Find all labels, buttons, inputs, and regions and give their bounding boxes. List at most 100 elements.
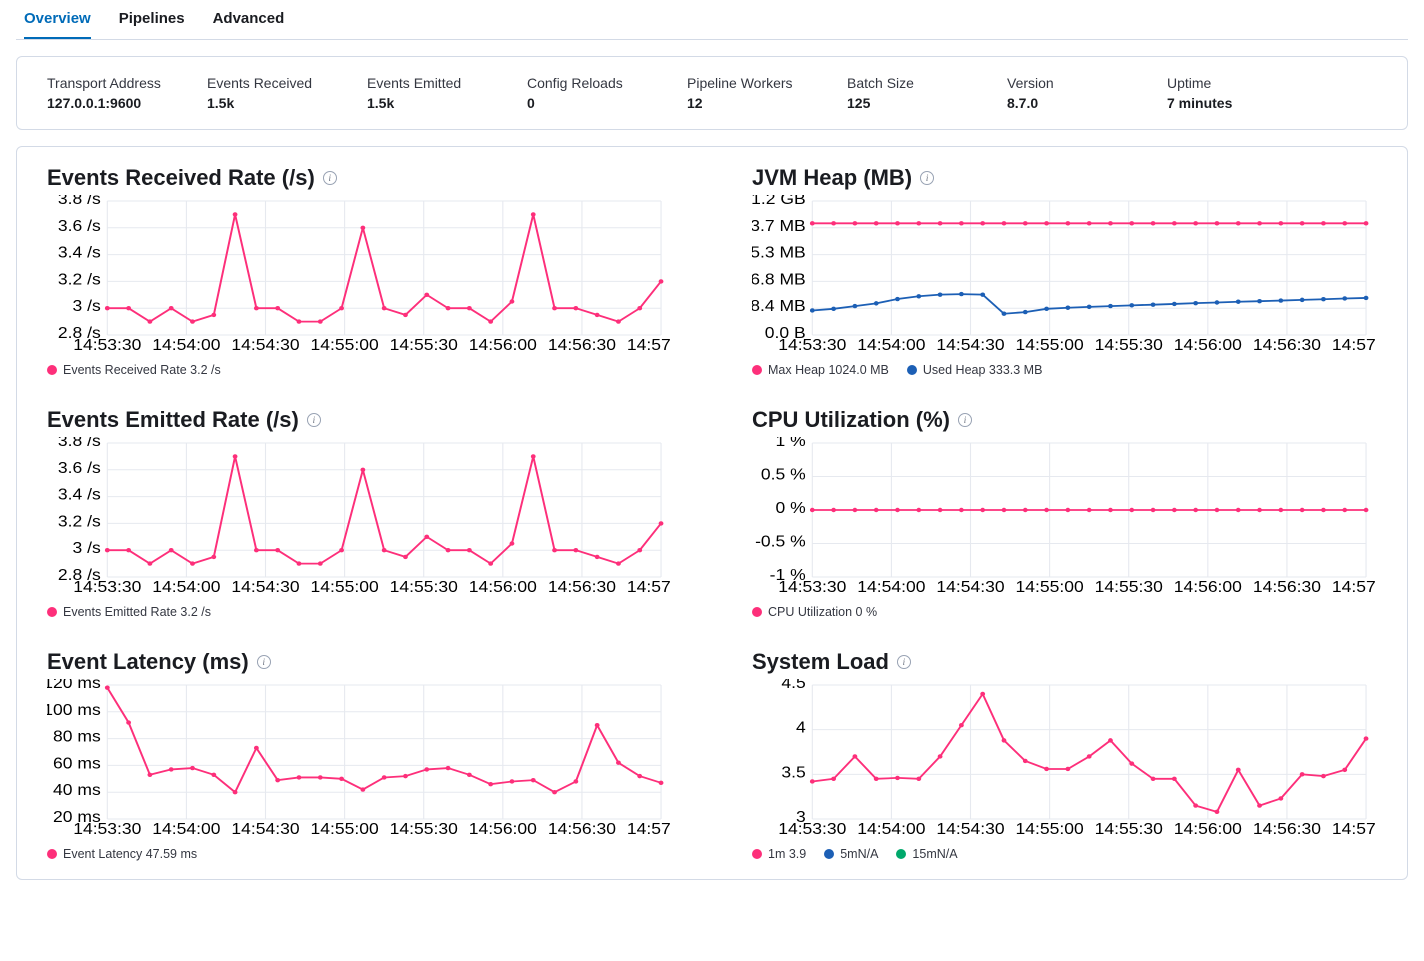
tab-advanced[interactable]: Advanced	[213, 0, 285, 39]
svg-text:3.5: 3.5	[781, 763, 805, 781]
svg-text:40 ms: 40 ms	[53, 781, 101, 799]
chart-legend: Events Emitted Rate 3.2 /s	[47, 605, 672, 619]
svg-text:14:53:30: 14:53:30	[73, 820, 141, 838]
legend-label: Event Latency 47.59 ms	[63, 847, 197, 861]
legend-item[interactable]: CPU Utilization 0 %	[752, 605, 877, 619]
metric-value: 12	[687, 95, 807, 111]
legend-item[interactable]: Event Latency 47.59 ms	[47, 847, 197, 861]
metrics-panel: Transport Address 127.0.0.1:9600 Events Re…	[16, 56, 1408, 130]
svg-text:4.5: 4.5	[781, 679, 805, 692]
svg-text:14:55:00: 14:55:00	[1016, 820, 1084, 838]
svg-text:14:54:30: 14:54:30	[936, 820, 1004, 838]
svg-text:14:54:30: 14:54:30	[936, 578, 1004, 596]
chart-title: System Load	[752, 649, 889, 675]
svg-text:14:55:00: 14:55:00	[311, 578, 379, 596]
svg-text:14:56:30: 14:56:30	[1253, 578, 1321, 596]
svg-text:14:54:30: 14:54:30	[231, 336, 299, 354]
svg-text:14:56:30: 14:56:30	[548, 820, 616, 838]
chart-legend: CPU Utilization 0 %	[752, 605, 1377, 619]
svg-text:1 %: 1 %	[776, 437, 806, 450]
svg-text:953.7 MB: 953.7 MB	[752, 217, 806, 235]
metric-batch-size: Batch Size 125	[847, 75, 967, 111]
chart-svg: 0.0 B238.4 MB476.8 MB715.3 MB953.7 MB1.2…	[752, 195, 1377, 355]
svg-text:100 ms: 100 ms	[47, 701, 101, 719]
legend-item[interactable]: 1m 3.9	[752, 847, 806, 861]
tab-pipelines[interactable]: Pipelines	[119, 0, 185, 39]
chart-svg: 20 ms40 ms60 ms80 ms100 ms120 ms14:53:30…	[47, 679, 672, 839]
legend-item[interactable]: 15mN/A	[896, 847, 957, 861]
svg-text:14:57:00: 14:57:00	[1332, 336, 1377, 354]
metric-pipeline-workers: Pipeline Workers12	[687, 75, 807, 111]
legend-swatch	[47, 607, 57, 617]
info-icon[interactable]: i	[307, 413, 321, 427]
svg-text:14:56:00: 14:56:00	[469, 820, 537, 838]
metric-label: Version	[1007, 75, 1127, 91]
svg-text:14:56:00: 14:56:00	[1174, 578, 1242, 596]
legend-swatch	[824, 849, 834, 859]
legend-item[interactable]: Max Heap 1024.0 MB	[752, 363, 889, 377]
svg-text:14:53:30: 14:53:30	[73, 578, 141, 596]
metric-label: Transport Address	[47, 75, 167, 91]
metric-value: 1.5k	[367, 95, 487, 111]
svg-text:3.8 /s: 3.8 /s	[58, 195, 101, 208]
svg-text:14:55:00: 14:55:00	[311, 820, 379, 838]
svg-text:14:54:00: 14:54:00	[152, 578, 220, 596]
legend-item[interactable]: 5mN/A	[824, 847, 878, 861]
legend-item[interactable]: Events Emitted Rate 3.2 /s	[47, 605, 211, 619]
svg-text:238.4 MB: 238.4 MB	[752, 297, 806, 315]
chart-svg: 33.544.514:53:3014:54:0014:54:3014:55:00…	[752, 679, 1377, 839]
legend-swatch	[47, 849, 57, 859]
chart-eventsEmitted: Events Emitted Rate (/s)i2.8 /s3 /s3.2 /…	[27, 407, 692, 619]
chart-cpu: CPU Utilization (%)i-1 %-0.5 %0 %0.5 %1 …	[732, 407, 1397, 619]
legend-label: CPU Utilization 0 %	[768, 605, 877, 619]
svg-text:3.6 /s: 3.6 /s	[58, 217, 101, 235]
svg-text:3.4 /s: 3.4 /s	[58, 485, 101, 503]
svg-text:14:56:00: 14:56:00	[469, 578, 537, 596]
svg-text:-0.5 %: -0.5 %	[755, 532, 806, 550]
chart-latency: Event Latency (ms) i 20 ms40 ms60 ms80 ms1…	[27, 649, 692, 861]
metric-events-received: Events Received1.5k	[207, 75, 327, 111]
tab-overview[interactable]: Overview	[24, 0, 91, 39]
info-icon[interactable]: i	[920, 171, 934, 185]
legend-label: 1m 3.9	[768, 847, 806, 861]
svg-text:14:54:30: 14:54:30	[936, 336, 1004, 354]
svg-text:715.3 MB: 715.3 MB	[752, 243, 806, 261]
chart-svg: 2.8 /s3 /s3.2 /s3.4 /s3.6 /s3.8 /s14:53:…	[47, 437, 672, 597]
metric-value: 1.5k	[207, 95, 327, 111]
info-icon[interactable]: i	[323, 171, 337, 185]
svg-text:14:57:00: 14:57:00	[627, 820, 672, 838]
metric-value: 127.0.0.1:9600	[47, 95, 167, 111]
svg-text:14:54:00: 14:54:00	[152, 820, 220, 838]
svg-text:14:55:30: 14:55:30	[1095, 820, 1163, 838]
chart-title: JVM Heap (MB)	[752, 165, 912, 191]
metric-value: 125	[847, 95, 967, 111]
metric-events-emitted: Events Emitted1.5k	[367, 75, 487, 111]
metric-value: 7 minutes	[1167, 95, 1287, 111]
legend-swatch	[752, 607, 762, 617]
metric-value: 0	[527, 95, 647, 111]
svg-text:14:55:30: 14:55:30	[390, 336, 458, 354]
svg-text:14:57:00: 14:57:00	[1332, 820, 1377, 838]
metric-label: Batch Size	[847, 75, 967, 91]
svg-text:14:55:30: 14:55:30	[1095, 336, 1163, 354]
chart-title: CPU Utilization (%)	[752, 407, 950, 433]
chart-title: Event Latency (ms)	[47, 649, 249, 675]
metric-uptime: Uptime7 minutes	[1167, 75, 1287, 111]
svg-text:0 %: 0 %	[776, 499, 806, 517]
svg-text:3.4 /s: 3.4 /s	[58, 243, 101, 261]
svg-text:14:56:00: 14:56:00	[1174, 336, 1242, 354]
info-icon[interactable]: i	[958, 413, 972, 427]
svg-text:14:56:30: 14:56:30	[1253, 336, 1321, 354]
svg-text:0.5 %: 0.5 %	[761, 465, 806, 483]
svg-text:14:55:30: 14:55:30	[390, 578, 458, 596]
chart-legend: Events Received Rate 3.2 /s	[47, 363, 672, 377]
svg-text:14:54:00: 14:54:00	[857, 578, 925, 596]
svg-text:14:55:30: 14:55:30	[390, 820, 458, 838]
legend-item[interactable]: Events Received Rate 3.2 /s	[47, 363, 221, 377]
legend-item[interactable]: Used Heap 333.3 MB	[907, 363, 1043, 377]
svg-text:14:54:00: 14:54:00	[857, 820, 925, 838]
info-icon[interactable]: i	[257, 655, 271, 669]
svg-text:1.2 GB: 1.2 GB	[752, 195, 806, 208]
chart-svg: 2.8 /s3 /s3.2 /s3.4 /s3.6 /s3.8 /s14:53:…	[47, 195, 672, 355]
info-icon[interactable]: i	[897, 655, 911, 669]
